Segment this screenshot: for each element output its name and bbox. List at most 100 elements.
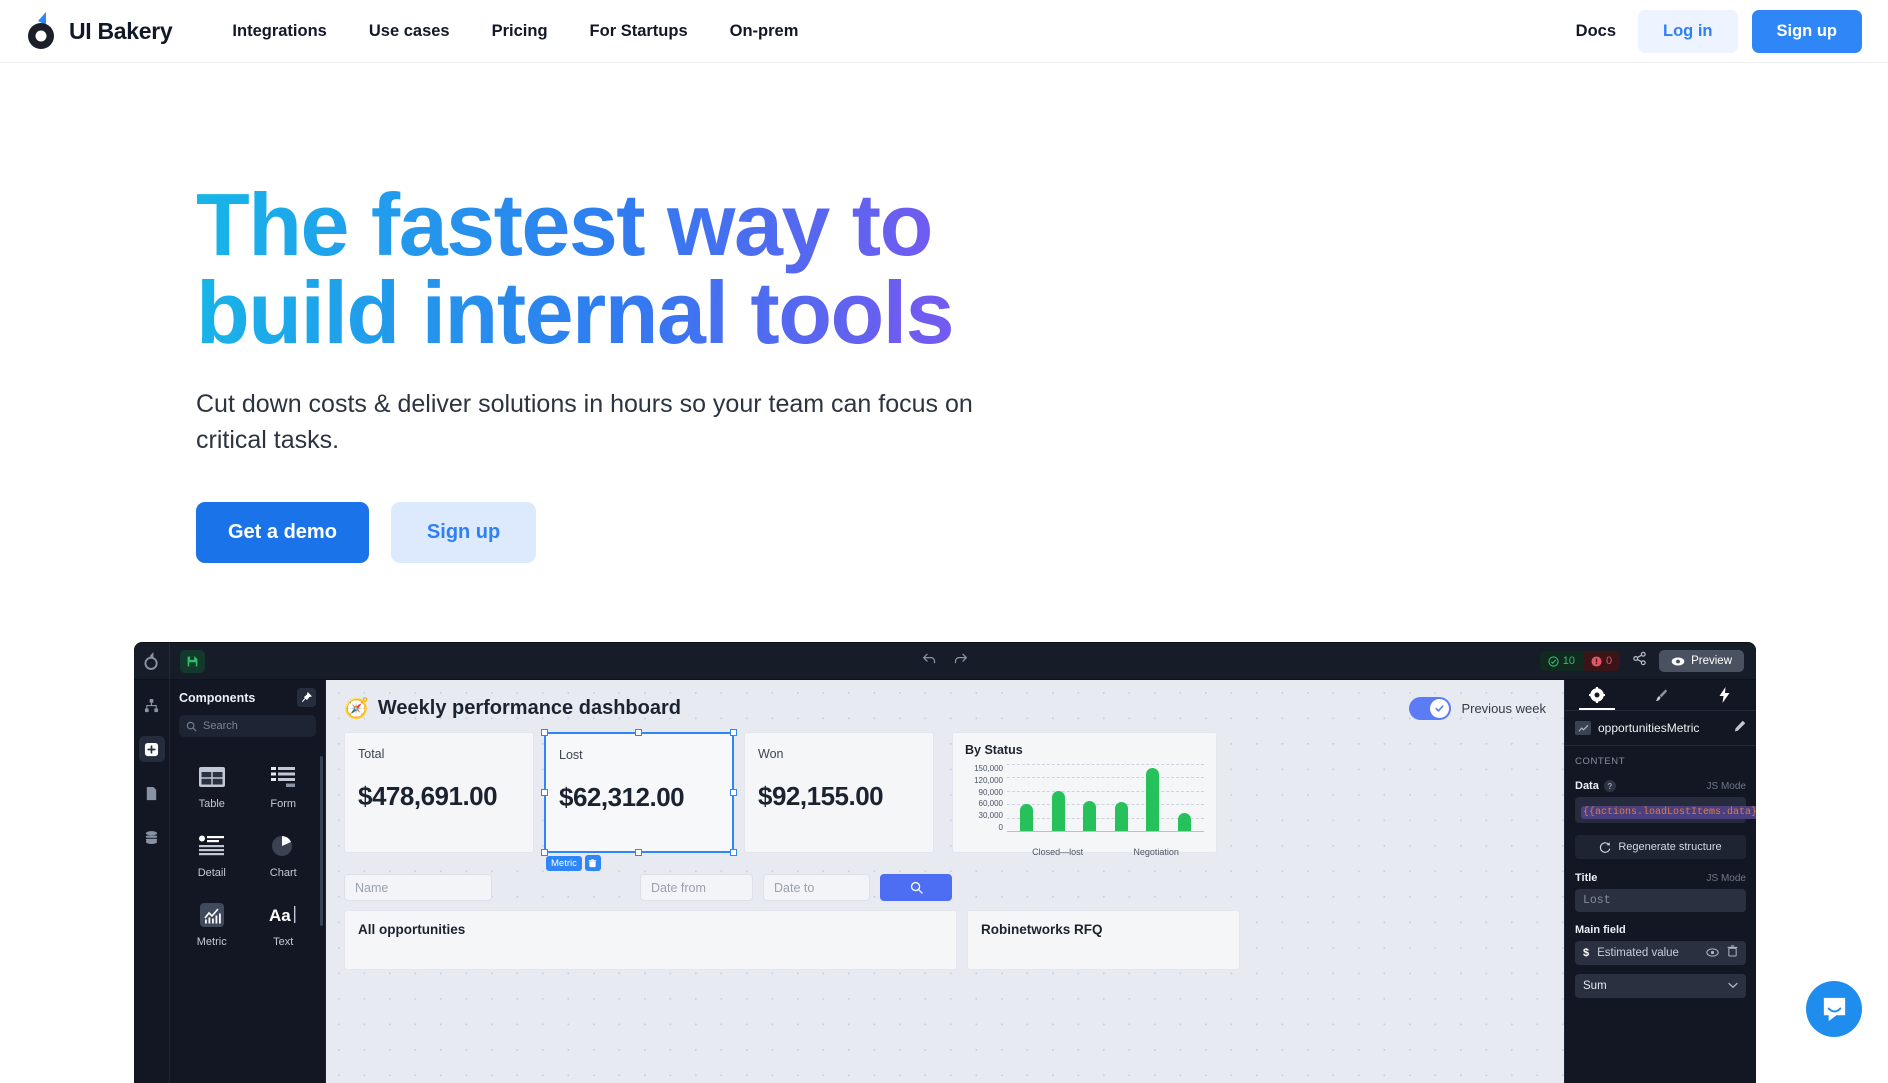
date-to-input[interactable]: Date to — [763, 874, 870, 901]
components-grid: Table Form Detail — [179, 757, 316, 960]
metric-card-total[interactable]: Total $478,691.00 — [344, 732, 534, 853]
get-a-demo-button[interactable]: Get a demo — [196, 502, 369, 563]
component-form[interactable]: Form — [251, 757, 317, 822]
metric-label: Lost — [559, 748, 719, 762]
regenerate-structure-button[interactable]: Regenerate structure — [1575, 835, 1746, 859]
share-icon[interactable] — [1632, 651, 1647, 671]
chart-plot-area: 150,000 120,000 90,000 60,000 30,000 0 — [965, 764, 1204, 844]
hero-section: The fastest way to build internal tools … — [0, 63, 1888, 563]
resize-handle-middle-left[interactable] — [541, 789, 548, 796]
metric-label: Won — [758, 747, 920, 761]
delete-component-button[interactable] — [585, 855, 601, 871]
rail-item-pages[interactable] — [139, 780, 165, 806]
selection-tag: Metric — [546, 855, 601, 871]
component-table[interactable]: Table — [179, 757, 245, 822]
list-title: Robinetworks RFQ — [981, 922, 1226, 937]
content-section: CONTENT Data ? JS Mode {{actions.loadLos… — [1565, 746, 1756, 998]
save-button[interactable] — [180, 650, 205, 673]
component-detail-label: Detail — [198, 867, 226, 879]
left-icon-rail — [134, 680, 170, 1083]
resize-handle-middle-right[interactable] — [730, 789, 737, 796]
by-status-chart-card[interactable]: By Status 150,000 120,000 90,000 60,000 … — [952, 732, 1217, 853]
hero-signup-button[interactable]: Sign up — [391, 502, 536, 563]
bottom-lists-row: All opportunities Robinetworks RFQ — [344, 910, 1546, 970]
y-tick: 90,000 — [965, 788, 1003, 797]
nav-item-use-cases[interactable]: Use cases — [369, 22, 450, 41]
title-input-value: Lost — [1583, 894, 1611, 907]
tab-events[interactable] — [1692, 680, 1756, 710]
dashboard-canvas: 🧭 Weekly performance dashboard Previous … — [326, 680, 1564, 1083]
visibility-icon[interactable] — [1706, 944, 1719, 962]
selected-component-name: opportunitiesMetric — [1598, 721, 1727, 735]
undo-icon[interactable] — [922, 652, 937, 670]
resize-handle-top-left[interactable] — [541, 729, 548, 736]
all-opportunities-card[interactable]: All opportunities — [344, 910, 957, 970]
date-from-input[interactable]: Date from — [640, 874, 753, 901]
y-tick: 150,000 — [965, 764, 1003, 773]
redo-icon[interactable] — [953, 652, 968, 670]
components-panel-title: Components — [179, 691, 255, 705]
search-submit-button[interactable] — [880, 874, 952, 901]
chat-widget-button[interactable] — [1806, 981, 1862, 1037]
components-search-input[interactable]: Search — [179, 715, 316, 737]
dashboard-title-text: Weekly performance dashboard — [378, 697, 681, 720]
rail-item-data-sources[interactable] — [139, 824, 165, 850]
preview-button[interactable]: Preview — [1659, 650, 1744, 672]
y-tick: 120,000 — [965, 776, 1003, 785]
delete-field-icon[interactable] — [1727, 944, 1738, 962]
app-logo-icon[interactable] — [134, 643, 170, 680]
nav-item-on-prem[interactable]: On-prem — [730, 22, 799, 41]
data-expression-input[interactable]: {{actions.loadLostItems.data}} — [1575, 797, 1746, 823]
aggregation-select[interactable]: Sum — [1575, 974, 1746, 998]
component-chart[interactable]: Chart — [251, 826, 317, 891]
rename-icon[interactable] — [1734, 719, 1746, 737]
gear-icon — [1589, 687, 1605, 703]
status-error-badge[interactable]: 0 — [1583, 651, 1620, 671]
metrics-row: Total $478,691.00 Lost $62,312.00 Metric — [344, 732, 1546, 853]
js-mode-toggle-data[interactable]: JS Mode — [1707, 781, 1746, 792]
tab-settings[interactable] — [1565, 680, 1629, 710]
hero-subtitle: Cut down costs & deliver solutions in ho… — [196, 387, 1026, 458]
components-scrollbar[interactable] — [320, 756, 323, 926]
name-filter-input[interactable]: Name — [344, 874, 492, 901]
trash-icon — [588, 859, 597, 868]
status-ok-badge[interactable]: 10 — [1540, 651, 1583, 671]
page-title: The fastest way to build internal tools — [196, 181, 1196, 357]
selected-component-row[interactable]: opportunitiesMetric — [1565, 711, 1756, 746]
nav-item-pricing[interactable]: Pricing — [492, 22, 548, 41]
component-text[interactable]: Aa Text — [251, 895, 317, 960]
chart-x-axis: Closed—lost Negotiation — [965, 847, 1204, 857]
compass-icon: 🧭 — [344, 696, 369, 721]
nav-item-for-startups[interactable]: For Startups — [590, 22, 688, 41]
js-mode-toggle-title[interactable]: JS Mode — [1707, 873, 1746, 884]
brand-logo[interactable]: UI Bakery — [26, 12, 172, 50]
main-field-value-row[interactable]: $ Estimated value — [1575, 941, 1746, 965]
help-icon[interactable]: ? — [1604, 780, 1616, 792]
resize-handle-top-right[interactable] — [730, 729, 737, 736]
rail-item-hierarchy[interactable] — [139, 692, 165, 718]
resize-handle-bottom-right[interactable] — [730, 849, 737, 856]
pin-icon[interactable] — [297, 688, 316, 707]
rail-item-add-component[interactable] — [139, 736, 165, 762]
login-button[interactable]: Log in — [1638, 10, 1737, 53]
name-filter-placeholder: Name — [355, 881, 388, 895]
nav-item-docs[interactable]: Docs — [1576, 22, 1616, 41]
resize-handle-bottom-center[interactable] — [635, 849, 642, 856]
robinetworks-rfq-card[interactable]: Robinetworks RFQ — [967, 910, 1240, 970]
component-metric[interactable]: Metric — [179, 895, 245, 960]
metric-card-lost[interactable]: Lost $62,312.00 Metric — [544, 732, 734, 853]
previous-week-toggle[interactable] — [1409, 697, 1451, 720]
nav-links: Integrations Use cases Pricing For Start… — [232, 22, 798, 41]
title-input[interactable]: Lost — [1575, 889, 1746, 912]
chart-bar — [1178, 813, 1191, 831]
metric-card-won[interactable]: Won $92,155.00 — [744, 732, 934, 853]
metric-icon — [197, 901, 227, 929]
date-to-placeholder: Date to — [774, 881, 814, 895]
signup-button[interactable]: Sign up — [1752, 10, 1863, 53]
resize-handle-top-center[interactable] — [635, 729, 642, 736]
nav-item-integrations[interactable]: Integrations — [232, 22, 326, 41]
component-detail[interactable]: Detail — [179, 826, 245, 891]
tab-style[interactable] — [1629, 680, 1693, 710]
component-chart-label: Chart — [270, 867, 297, 879]
brand-name: UI Bakery — [69, 18, 172, 45]
